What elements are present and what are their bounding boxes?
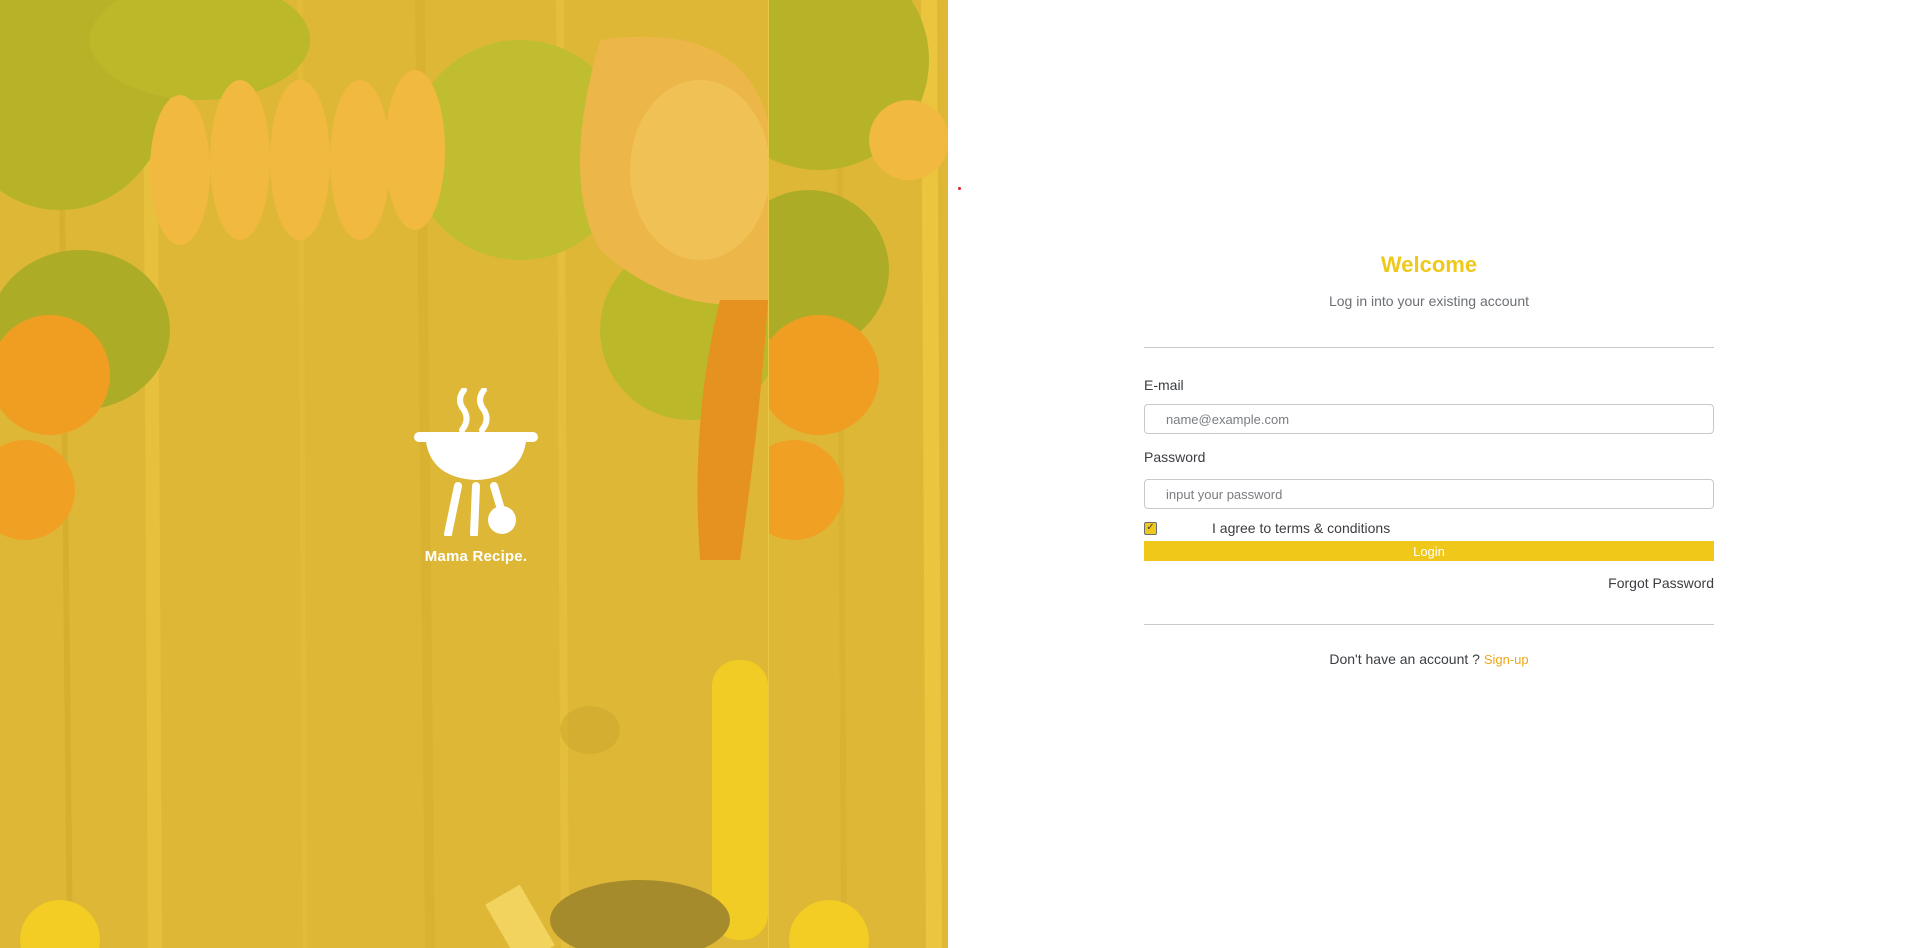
page-title: Welcome: [1380, 252, 1478, 277]
forgot-password-link[interactable]: Forgot Password: [1608, 575, 1714, 591]
red-dot-marker: [958, 187, 961, 190]
brand-name: Mama Recipe.: [424, 548, 528, 565]
top-divider: [1144, 347, 1714, 348]
page-subtitle: Log in into your existing account: [1328, 293, 1529, 309]
signup-link[interactable]: Sign-up: [1484, 652, 1529, 667]
email-label: E-mail: [1144, 377, 1184, 393]
bottom-divider: [1144, 624, 1714, 625]
checkmark-icon: ✓: [1146, 522, 1155, 533]
email-field[interactable]: [1144, 404, 1714, 434]
password-label: Password: [1144, 449, 1206, 465]
no-account-text: Don't have an account ?: [1329, 651, 1480, 667]
password-field[interactable]: [1144, 479, 1714, 509]
login-form: Welcome Log in into your existing accoun…: [1144, 250, 1714, 668]
forgot-password-link-wrapper: Forgot Password: [1144, 574, 1714, 592]
terms-label: I agree to terms & conditions: [1212, 520, 1391, 536]
barbecue-grill-icon: [414, 388, 538, 536]
terms-checkbox[interactable]: ✓: [1144, 521, 1157, 535]
hero-image: Mama Recipe.: [0, 0, 948, 948]
signup-row: Don't have an account ? Sign-up: [1144, 650, 1714, 668]
terms-row: ✓ I agree to terms & conditions: [1144, 520, 1714, 536]
login-button[interactable]: Login: [1144, 541, 1714, 561]
brand-logo: Mama Recipe.: [414, 388, 538, 565]
